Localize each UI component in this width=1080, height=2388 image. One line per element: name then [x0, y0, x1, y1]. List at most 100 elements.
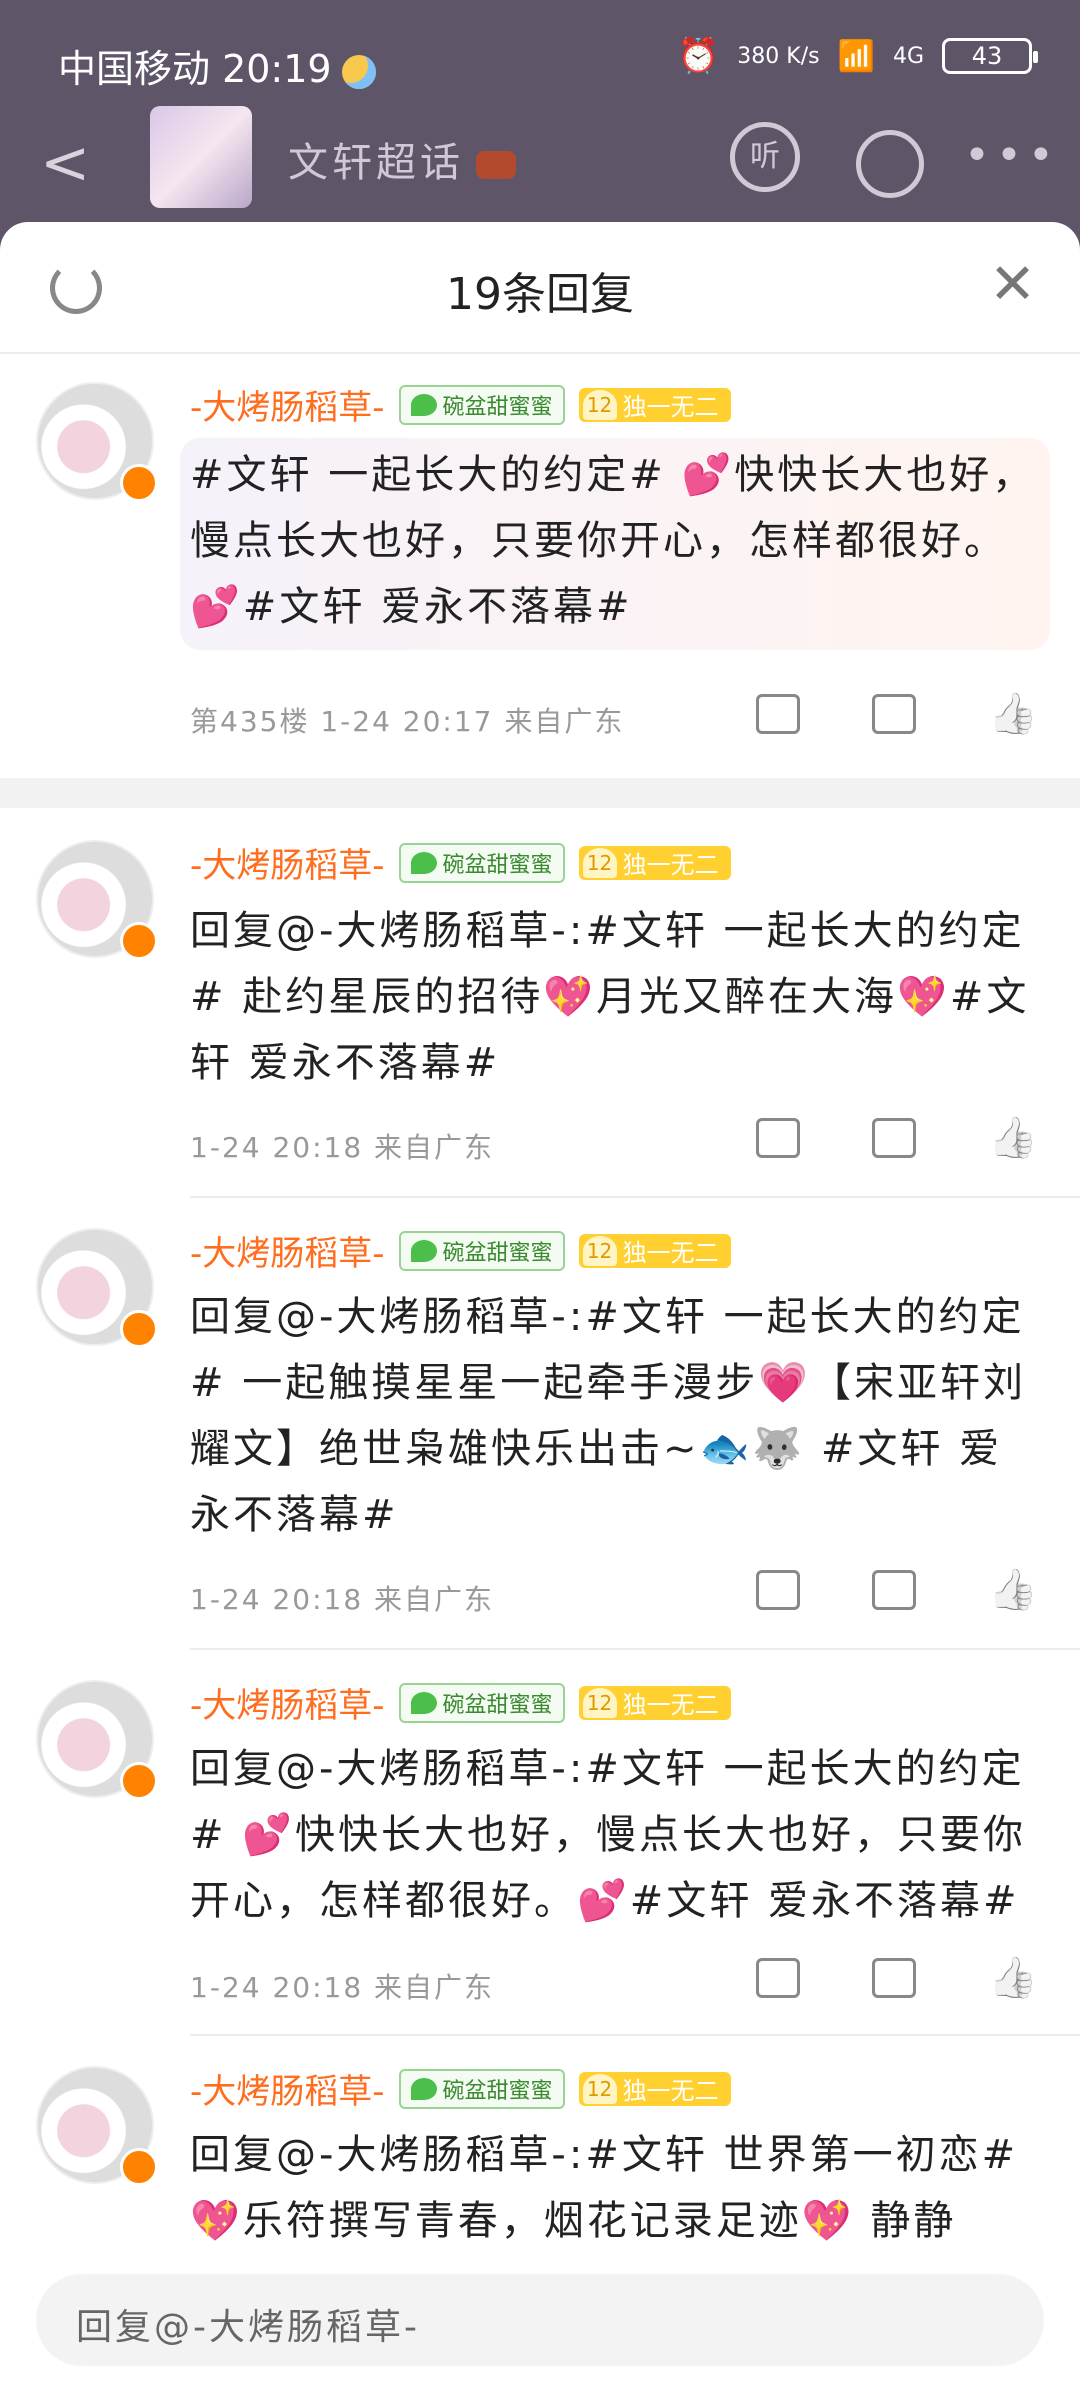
- share-icon[interactable]: [756, 694, 800, 734]
- verified-icon: [120, 464, 158, 502]
- fan-badge[interactable]: 碗盆甜蜜蜜: [398, 1682, 565, 1723]
- username[interactable]: -大烤肠稻草-: [190, 1678, 385, 1727]
- fan-badge[interactable]: 碗盆甜蜜蜜: [398, 842, 565, 883]
- level-label: 独一无二: [622, 2077, 719, 2105]
- comment-item: -大烤肠稻草- 碗盆甜蜜蜜 12 独一无二 回复@-大烤肠稻草-:#文轩 一起长大…: [0, 810, 1080, 1190]
- alarm-icon: ⏰: [676, 36, 720, 76]
- comment-item: -大烤肠稻草- 碗盆甜蜜蜜 12 独一无二 #文轩 一起长大的约定# 💕快快长大也…: [0, 352, 1080, 772]
- avatar[interactable]: [36, 382, 158, 502]
- user-line: -大烤肠稻草- 碗盆甜蜜蜜 12 独一无二: [190, 838, 731, 887]
- level-number: 12: [582, 389, 617, 420]
- net-speed: 380 K/s: [737, 43, 820, 69]
- back-icon[interactable]: <: [40, 128, 90, 198]
- section-divider: [0, 778, 1080, 808]
- level-badge[interactable]: 12 独一无二: [578, 1233, 731, 1268]
- avatar[interactable]: [36, 840, 158, 960]
- share-icon[interactable]: [756, 1570, 800, 1610]
- level-number: 12: [582, 2073, 617, 2104]
- reply-input[interactable]: 回复@-大烤肠稻草-: [36, 2274, 1044, 2366]
- level-number: 12: [582, 1235, 617, 1266]
- verified-icon: [120, 2148, 158, 2186]
- username[interactable]: -大烤肠稻草-: [190, 1226, 385, 1275]
- listen-icon[interactable]: 听: [730, 122, 800, 192]
- leaf-icon: [410, 1239, 437, 1262]
- comment-actions: [756, 694, 1034, 740]
- wifi-icon: 📶: [837, 38, 875, 74]
- comment-text: 回复@-大烤肠稻草-:#文轩 一起长大的约定# 一起触摸星星一起牵手漫步💗【宋亚…: [190, 1294, 1027, 1538]
- avatar[interactable]: [36, 1680, 158, 1800]
- fan-badge-text: 碗盆甜蜜蜜: [442, 1692, 553, 1718]
- like-icon[interactable]: [988, 1118, 1034, 1164]
- level-badge[interactable]: 12 独一无二: [578, 387, 731, 422]
- comment-icon[interactable]: [872, 1570, 916, 1610]
- verified-icon: [120, 1762, 158, 1800]
- topic-avatar[interactable]: [150, 106, 252, 208]
- battery-icon: 43: [942, 38, 1038, 74]
- comment-icon[interactable]: [872, 1118, 916, 1158]
- comment-meta: 1-24 20:18 来自广东: [190, 1971, 495, 2004]
- topic-level-icon: [476, 151, 516, 179]
- level-badge[interactable]: 12 独一无二: [578, 2071, 731, 2106]
- leaf-icon: [410, 851, 437, 874]
- comment-text: 回复@-大烤肠稻草-:#文轩 一起长大的约定# 赴约星辰的招待💖月光又醉在大海💖…: [190, 908, 1030, 1086]
- leaf-icon: [410, 2077, 437, 2100]
- level-badge[interactable]: 12 独一无二: [578, 845, 731, 880]
- level-label: 独一无二: [622, 393, 719, 421]
- verified-icon: [120, 1310, 158, 1348]
- like-icon[interactable]: [988, 1958, 1034, 2004]
- verified-icon: [120, 922, 158, 960]
- network-type: 4G: [892, 43, 924, 69]
- comment-text: 回复@-大烤肠稻草-:#文轩 世界第一初恋# 💖乐符撰写青春，烟花记录足迹💖 静…: [190, 2132, 1019, 2244]
- topic-title-text: 文轩超话: [288, 140, 464, 186]
- search-icon[interactable]: [856, 130, 924, 198]
- comment-actions: [756, 1570, 1034, 1616]
- avatar[interactable]: [36, 2066, 158, 2186]
- share-icon[interactable]: [756, 1118, 800, 1158]
- leaf-icon: [410, 393, 437, 416]
- carrier-time-text: 中国移动 20:19: [58, 47, 332, 91]
- comment-meta: 1-24 20:18 来自广东: [190, 1583, 495, 1616]
- level-label: 独一无二: [622, 1239, 719, 1267]
- level-number: 12: [582, 847, 617, 878]
- comment-icon[interactable]: [872, 1958, 916, 1998]
- topic-title[interactable]: 文轩超话: [288, 130, 516, 188]
- comment-meta: 1-24 20:18 来自广东: [190, 1131, 495, 1164]
- sheet-title: 19条回复: [446, 269, 634, 320]
- level-number: 12: [582, 1687, 617, 1718]
- comment-text: #文轩 一起长大的约定# 💕快快长大也好，慢点长大也好，只要你开心，怎样都很好。…: [190, 452, 1036, 630]
- comment-text: 回复@-大烤肠稻草-:#文轩 一起长大的约定# 💕快快长大也好，慢点长大也好，只…: [190, 1746, 1027, 1924]
- status-icons: ⏰ 380 K/s 📶 4G 43: [676, 36, 1038, 76]
- avatar[interactable]: [36, 1228, 158, 1348]
- fan-badge-text: 碗盆甜蜜蜜: [442, 394, 553, 420]
- carrier-time: 中国移动 20:19: [58, 38, 376, 93]
- comment-meta: 第435楼 1-24 20:17 来自广东: [190, 705, 625, 738]
- fan-badge-text: 碗盆甜蜜蜜: [442, 2078, 553, 2104]
- user-line: -大烤肠稻草- 碗盆甜蜜蜜 12 独一无二: [190, 380, 731, 429]
- sheet-header: 19条回复 ✕: [0, 222, 1080, 354]
- weather-icon: [341, 54, 376, 89]
- user-line: -大烤肠稻草- 碗盆甜蜜蜜 12 独一无二: [190, 2064, 731, 2113]
- level-label: 独一无二: [622, 851, 719, 879]
- like-icon[interactable]: [988, 694, 1034, 740]
- username[interactable]: -大烤肠稻草-: [190, 2064, 385, 2113]
- comment-actions: [756, 1958, 1034, 2004]
- level-label: 独一无二: [622, 1691, 719, 1719]
- username[interactable]: -大烤肠稻草-: [190, 838, 385, 887]
- fan-badge[interactable]: 碗盆甜蜜蜜: [398, 1230, 565, 1271]
- fan-badge[interactable]: 碗盆甜蜜蜜: [398, 2068, 565, 2109]
- close-icon[interactable]: ✕: [989, 252, 1036, 317]
- comment-icon[interactable]: [872, 694, 916, 734]
- more-icon[interactable]: •••: [964, 130, 1054, 200]
- username[interactable]: -大烤肠稻草-: [190, 380, 385, 429]
- comment-actions: [756, 1118, 1034, 1164]
- comment-item: -大烤肠稻草- 碗盆甜蜜蜜 12 独一无二 回复@-大烤肠稻草-:#文轩 一起长大…: [0, 1650, 1080, 2032]
- comment-item: -大烤肠稻草- 碗盆甜蜜蜜 12 独一无二 回复@-大烤肠稻草-:#文轩 世界第一…: [0, 2036, 1080, 2276]
- user-line: -大烤肠稻草- 碗盆甜蜜蜜 12 独一无二: [190, 1678, 731, 1727]
- fan-badge[interactable]: 碗盆甜蜜蜜: [398, 384, 565, 425]
- fan-badge-text: 碗盆甜蜜蜜: [442, 1240, 553, 1266]
- level-badge[interactable]: 12 独一无二: [578, 1685, 731, 1720]
- leaf-icon: [410, 1691, 437, 1714]
- share-icon[interactable]: [756, 1958, 800, 1998]
- like-icon[interactable]: [988, 1570, 1034, 1616]
- topic-header: < 文轩超话 听 •••: [0, 100, 1080, 220]
